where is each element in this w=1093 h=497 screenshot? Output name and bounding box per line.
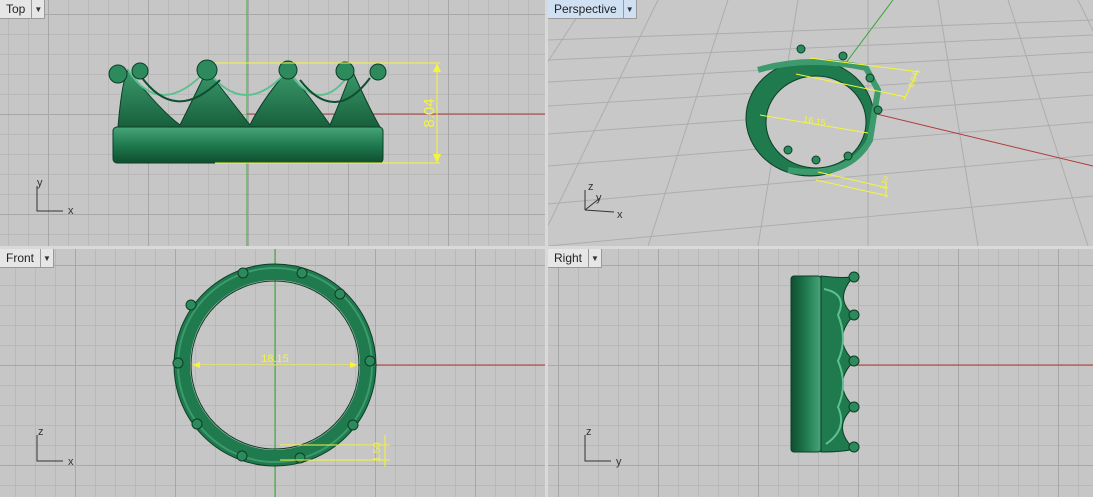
viewport-tab-label: Front (6, 251, 35, 265)
axis-label-y: y (596, 192, 602, 204)
chevron-down-icon[interactable]: ▼ (588, 249, 601, 267)
dimension-label: 8.04 (906, 70, 920, 88)
right-view-scene: z y (584, 271, 1093, 468)
viewport-tab-label: Perspective (554, 2, 617, 16)
viewport-front[interactable]: Front ▼ 18.15 1.50 z x (0, 249, 545, 497)
dimension-label: 8.04 (421, 98, 438, 127)
axis-gnomon: z y x (584, 181, 623, 221)
axis-label-z: z (588, 181, 594, 193)
viewport-tab-label: Top (6, 2, 26, 16)
viewport-tab-top[interactable]: Top ▼ (0, 0, 46, 19)
axis-label-horizontal: x (68, 456, 74, 468)
perspective-view-scene: 8.04 16.15 1.50 z y x (548, 0, 1093, 246)
axis-label-vertical: y (37, 177, 43, 189)
chevron-down-icon[interactable]: ▼ (622, 0, 636, 18)
viewport-perspective[interactable]: Perspective ▼ 8.04 16.15 1.50 z y x (548, 0, 1093, 246)
ring-model[interactable] (790, 271, 860, 453)
chevron-down-icon[interactable]: ▼ (31, 0, 44, 18)
axis-label-horizontal: x (68, 205, 74, 217)
front-view-scene: 18.15 1.50 z x (36, 249, 545, 497)
axis-label-x: x (617, 209, 623, 221)
band-dimension[interactable]: 1.50 (815, 171, 891, 198)
viewport-tab-right[interactable]: Right ▼ (548, 249, 603, 268)
viewport-top[interactable]: Top ▼ 8.04 y x (0, 0, 545, 246)
viewport-tab-front[interactable]: Front ▼ (0, 249, 55, 268)
axis-label-horizontal: y (616, 456, 622, 468)
axis-label-vertical: z (38, 426, 44, 438)
dimension-label: 1.50 (879, 175, 890, 190)
dimension-label: 18.15 (261, 353, 289, 365)
dimension-label: 1.50 (372, 442, 383, 462)
axis-gnomon: z x (36, 426, 74, 468)
chevron-down-icon[interactable]: ▼ (40, 249, 53, 267)
viewport-tab-perspective[interactable]: Perspective ▼ (548, 0, 637, 19)
axis-gnomon: y x (36, 177, 74, 217)
viewport-tab-label: Right (554, 251, 583, 265)
top-view-scene: 8.04 y x (36, 0, 545, 246)
viewport-right[interactable]: Right ▼ z y (548, 249, 1093, 497)
axis-label-vertical: z (586, 426, 592, 438)
axis-gnomon: z y (584, 426, 622, 468)
